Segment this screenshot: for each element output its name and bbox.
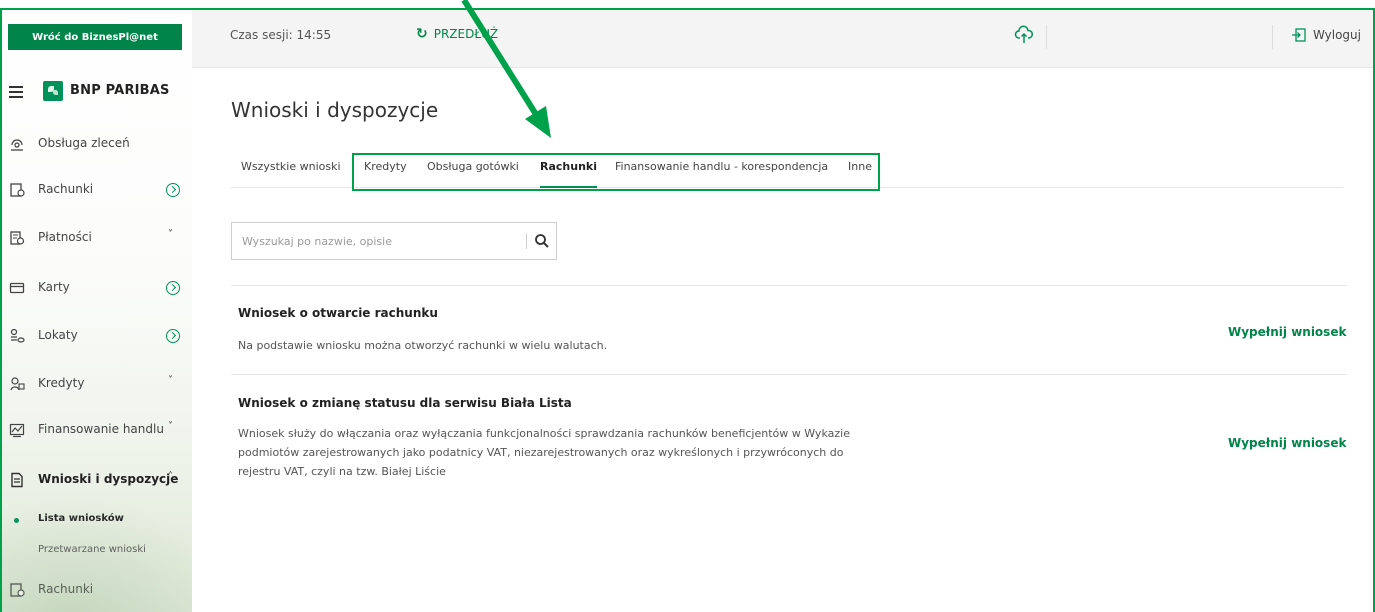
tab-finansowanie-handlu-korespondencja[interactable]: Finansowanie handlu - korespondencja (615, 160, 828, 188)
tab-kredyty[interactable]: Kredyty (364, 160, 407, 188)
fill-request-link[interactable]: Wypełnij wniosek (1228, 325, 1346, 339)
request-description: Wniosek służy do włączania oraz wyłączan… (238, 427, 850, 478)
tab-rachunki[interactable]: Rachunki (540, 160, 597, 188)
active-dot-icon (14, 518, 19, 523)
deposit-icon (10, 328, 25, 343)
top-bar: Czas sesji: 14:55 ↻ PRZEDŁUŻ Wyloguj (192, 8, 1375, 68)
refresh-icon: ↻ (416, 26, 428, 42)
sidebar: Wróć do BiznesPl@net BNP PARIBAS Obsługa… (0, 0, 192, 612)
cloud-upload-icon[interactable] (1014, 25, 1034, 45)
sidebar-item-karty[interactable]: Karty (0, 276, 192, 300)
trade-finance-icon (9, 423, 25, 438)
chevron-down-icon: ˅ (168, 229, 173, 240)
list-divider (231, 374, 1347, 375)
chevron-up-icon: ˄ (168, 471, 173, 482)
subitem-label: Lista wniosków (38, 513, 124, 524)
external-link-icon (166, 183, 180, 197)
search-box (231, 222, 557, 260)
brand-row: BNP PARIBAS (0, 80, 192, 102)
search-separator (526, 233, 527, 249)
subitem-label: Przetwarzane wnioski (38, 544, 146, 555)
sidebar-item-label: Wnioski i dyspozycje (38, 472, 179, 486)
request-description: Na podstawie wniosku można otworzyć rach… (238, 339, 608, 352)
external-link-icon (166, 281, 180, 295)
credit-icon (10, 377, 25, 391)
logout-button[interactable]: Wyloguj (1291, 27, 1361, 43)
logout-label: Wyloguj (1313, 28, 1361, 42)
document-icon (11, 472, 23, 488)
sidebar-item-lokaty[interactable]: Lokaty (0, 324, 192, 348)
sidebar-item-label: Finansowanie handlu (38, 422, 164, 436)
sidebar-item-rachunki[interactable]: Rachunki (0, 178, 192, 202)
bnp-logo-icon (43, 81, 63, 101)
annotation-arrow-icon (461, 0, 551, 138)
chevron-down-icon: ˅ (168, 421, 173, 432)
sidebar-item-label: Kredyty (38, 376, 85, 390)
list-divider (231, 285, 1347, 286)
sidebar-item-label: Płatności (38, 230, 92, 244)
chevron-down-icon: ˅ (168, 375, 173, 386)
account-icon (10, 183, 25, 197)
sidebar-item-label: Karty (38, 280, 70, 294)
extend-session-label: PRZEDŁUŻ (433, 27, 499, 41)
subitem-przetwarzane-wnioski[interactable]: Przetwarzane wnioski (0, 542, 192, 560)
sidebar-item-label: Rachunki (38, 582, 94, 596)
fill-request-link[interactable]: Wypełnij wniosek (1228, 436, 1346, 450)
request-category-tabs: Wszystkie wnioski Kredyty Obsługa gotówk… (231, 152, 1343, 188)
session-timer: Czas sesji: 14:55 (230, 28, 332, 42)
annotation-frame (0, 8, 1375, 10)
page-title: Wnioski i dyspozycje (231, 98, 439, 122)
search-icon[interactable] (534, 233, 550, 249)
extend-session-button[interactable]: ↻ PRZEDŁUŻ (416, 27, 498, 41)
external-link-icon (166, 329, 180, 343)
subitem-lista-wnioskow[interactable]: Lista wniosków (0, 511, 192, 529)
card-icon (9, 282, 25, 294)
tab-obsluga-gotowki[interactable]: Obsługa gotówki (427, 160, 519, 188)
sidebar-item-wnioski-i-dyspozycje[interactable]: Wnioski i dyspozycje ˄ (0, 468, 192, 492)
tab-inne[interactable]: Inne (848, 160, 872, 188)
back-button-label: Wróć do BiznesPl@net (32, 31, 158, 43)
sidebar-item-finansowanie-handlu[interactable]: Finansowanie handlu ˅ (0, 418, 192, 442)
sidebar-item-obsluga-zlecen[interactable]: Obsługa zleceń (0, 132, 192, 156)
annotation-frame (0, 8, 2, 612)
back-to-biznesplanet-button[interactable]: Wróć do BiznesPl@net (8, 24, 182, 50)
sidebar-item-label: Rachunki (38, 182, 94, 196)
hamburger-menu-icon[interactable] (9, 83, 23, 99)
payments-icon (10, 231, 25, 245)
search-input[interactable] (242, 231, 522, 251)
logout-icon (1292, 28, 1306, 42)
toolbar-separator (1272, 25, 1273, 49)
tab-wszystkie-wnioski[interactable]: Wszystkie wnioski (241, 160, 341, 188)
brand-name: BNP PARIBAS (70, 83, 170, 98)
sidebar-item-label: Obsługa zleceń (38, 136, 130, 150)
request-title: Wniosek o otwarcie rachunku (238, 306, 438, 320)
sidebar-item-rachunki-2[interactable]: Rachunki (0, 578, 192, 602)
sidebar-item-kredyty[interactable]: Kredyty ˅ (0, 372, 192, 396)
service-icon (11, 139, 23, 151)
sidebar-item-platnosci[interactable]: Płatności ˅ (0, 226, 192, 250)
account-icon (10, 583, 25, 597)
toolbar-separator (1046, 25, 1047, 49)
sidebar-item-label: Lokaty (38, 328, 78, 342)
request-title: Wniosek o zmianę statusu dla serwisu Bia… (238, 396, 572, 410)
